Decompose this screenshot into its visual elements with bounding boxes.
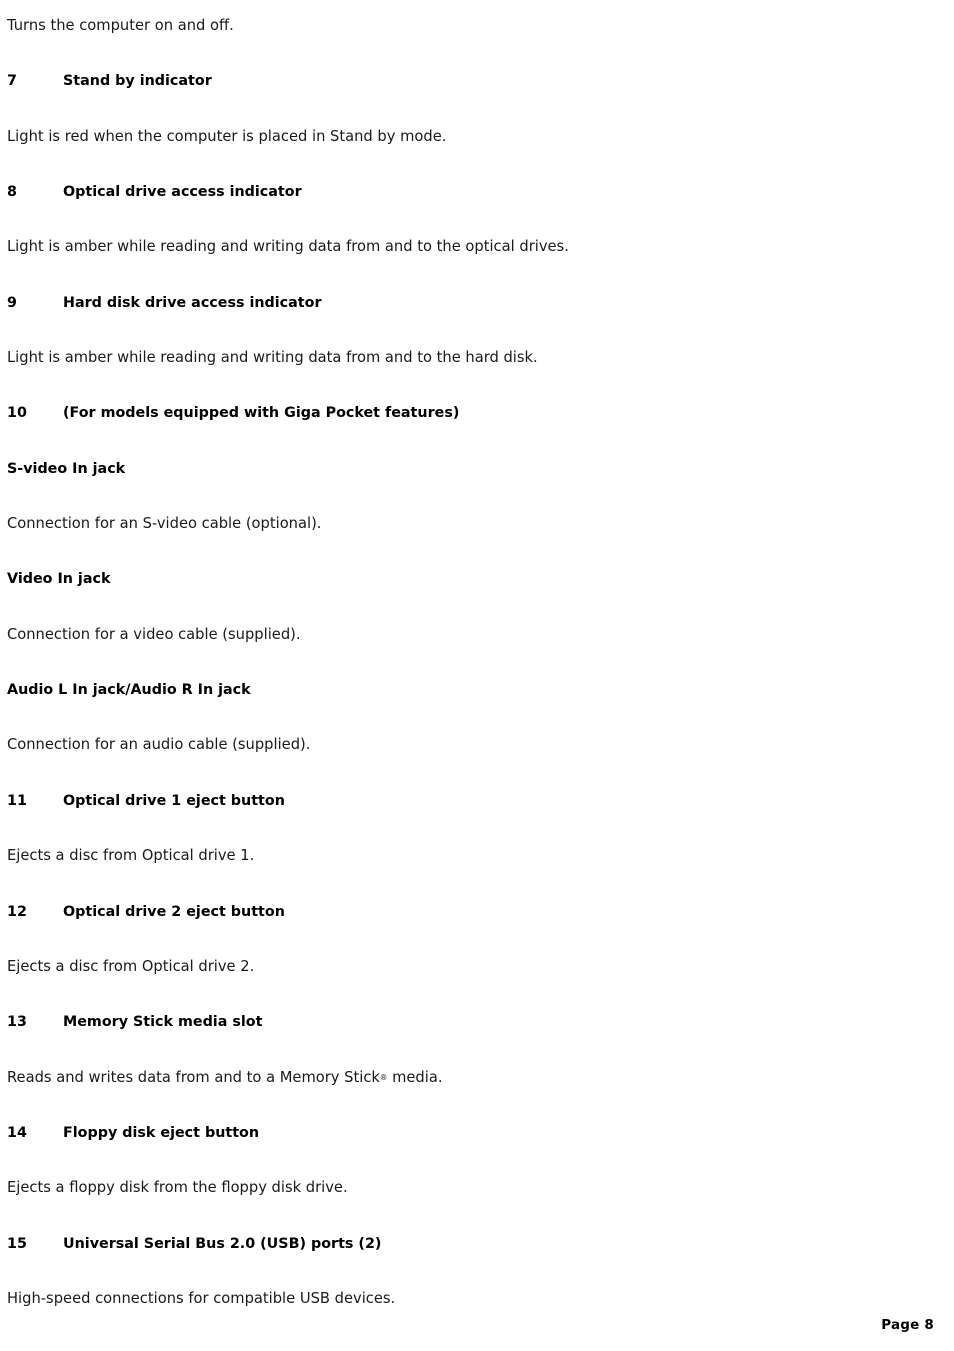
feature-title: Optical drive 1 eject button	[63, 792, 285, 809]
jack-subheading: Video In jack	[7, 553, 907, 608]
heading-row: 15 Universal Serial Bus 2.0 (USB) ports (…	[7, 1235, 382, 1252]
heading-row: 10 (For models equipped with Giga Pocket …	[7, 405, 460, 422]
description-text-before: Reads and writes data from and to a Memo…	[7, 1068, 380, 1086]
feature-title: Hard disk drive access indicator	[63, 294, 322, 311]
description-paragraph: Ejects a disc from Optical drive 1.	[7, 830, 907, 885]
description-paragraph: Light is amber while reading and writing…	[7, 332, 907, 387]
description-paragraph: Connection for a video cable (supplied).	[7, 609, 907, 664]
feature-number: 9	[7, 294, 17, 311]
description-text: Ejects a floppy disk from the floppy dis…	[7, 1179, 348, 1197]
jack-subheading: Audio L In jack/Audio R In jack	[7, 664, 907, 719]
description-paragraph: Ejects a disc from Optical drive 2.	[7, 941, 907, 996]
feature-title: (For models equipped with Giga Pocket fe…	[63, 405, 460, 422]
feature-heading: 13 Memory Stick media slot	[7, 996, 907, 1051]
description-paragraph: Reads and writes data from and to a Memo…	[7, 1052, 907, 1107]
description-paragraph: Light is red when the computer is placed…	[7, 111, 907, 166]
description-text: Turns the computer on and off.	[7, 17, 234, 34]
heading-row: 8 Optical drive access indicator	[7, 184, 302, 201]
feature-number: 8	[7, 184, 17, 201]
page-footer: Page 8	[881, 1317, 934, 1333]
description-text: Light is amber while reading and writing…	[7, 238, 569, 256]
feature-title: Optical drive access indicator	[63, 184, 302, 201]
jack-subheading: S-video In jack	[7, 443, 907, 498]
description-paragraph: Connection for an S-video cable (optiona…	[7, 498, 907, 553]
feature-heading: 9 Hard disk drive access indicator	[7, 277, 907, 332]
heading-row: 14 Floppy disk eject button	[7, 1124, 260, 1141]
feature-number: 13	[7, 1014, 27, 1031]
description-text: Light is red when the computer is placed…	[7, 127, 447, 145]
description-text: Light is amber while reading and writing…	[7, 349, 538, 367]
document-body: Turns the computer on and off. 7 Stand by …	[7, 0, 907, 1328]
feature-title: Memory Stick media slot	[63, 1014, 263, 1031]
feature-heading: 8 Optical drive access indicator	[7, 166, 907, 221]
document-page: Turns the computer on and off. 7 Stand by …	[0, 0, 954, 1351]
description-text: High-speed connections for compatible US…	[7, 1289, 396, 1307]
jack-subheading-label: Audio L In jack/Audio R In jack	[7, 682, 251, 699]
feature-heading: 7 Stand by indicator	[7, 55, 907, 110]
heading-row: 12 Optical drive 2 eject button	[7, 903, 285, 920]
jack-subheading-label: S-video In jack	[7, 460, 126, 477]
description-text: Ejects a disc from Optical drive 1.	[7, 847, 255, 865]
heading-row: 9 Hard disk drive access indicator	[7, 294, 322, 311]
feature-title: Floppy disk eject button	[63, 1124, 260, 1141]
feature-heading: 14 Floppy disk eject button	[7, 1107, 907, 1162]
feature-number: 7	[7, 73, 17, 90]
description-paragraph: Turns the computer on and off.	[7, 0, 907, 55]
feature-number: 15	[7, 1235, 27, 1252]
heading-row: 13 Memory Stick media slot	[7, 1014, 263, 1031]
description-paragraph: Ejects a floppy disk from the floppy dis…	[7, 1162, 907, 1217]
description-text-after: media.	[387, 1068, 443, 1086]
feature-title: Universal Serial Bus 2.0 (USB) ports (2)	[63, 1235, 382, 1252]
feature-heading: 12 Optical drive 2 eject button	[7, 886, 907, 941]
description-text: Reads and writes data from and to a Memo…	[7, 1068, 443, 1086]
feature-number: 10	[7, 405, 27, 422]
description-text: Connection for an audio cable (supplied)…	[7, 736, 311, 754]
description-text: Connection for an S-video cable (optiona…	[7, 515, 322, 533]
description-text: Connection for a video cable (supplied).	[7, 625, 301, 643]
feature-heading: 10 (For models equipped with Giga Pocket …	[7, 387, 907, 442]
feature-title: Optical drive 2 eject button	[63, 903, 285, 920]
feature-number: 12	[7, 903, 27, 920]
feature-title: Stand by indicator	[63, 73, 212, 90]
description-paragraph: Connection for an audio cable (supplied)…	[7, 719, 907, 774]
feature-number: 14	[7, 1124, 27, 1141]
feature-heading: 15 Universal Serial Bus 2.0 (USB) ports (…	[7, 1218, 907, 1273]
description-paragraph: High-speed connections for compatible US…	[7, 1273, 907, 1328]
jack-subheading-label: Video In jack	[7, 571, 111, 588]
feature-number: 11	[7, 792, 27, 809]
heading-row: 11 Optical drive 1 eject button	[7, 792, 285, 809]
heading-row: 7 Stand by indicator	[7, 73, 212, 90]
feature-heading: 11 Optical drive 1 eject button	[7, 775, 907, 830]
description-paragraph: Light is amber while reading and writing…	[7, 221, 907, 276]
description-text: Ejects a disc from Optical drive 2.	[7, 957, 255, 975]
